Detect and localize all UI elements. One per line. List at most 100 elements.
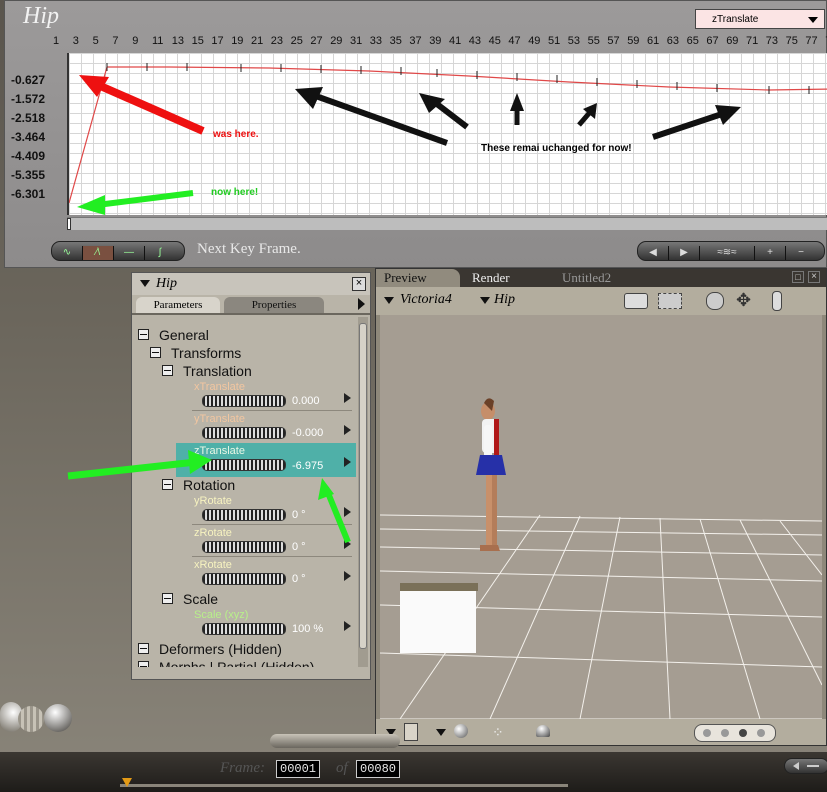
- frame-number[interactable]: 37: [409, 35, 421, 47]
- scale-value[interactable]: 100 %: [292, 623, 323, 635]
- expand-icon[interactable]: □: [792, 271, 804, 283]
- collapse-icon[interactable]: [162, 593, 173, 604]
- tab-render[interactable]: Render: [472, 270, 510, 286]
- frame-number[interactable]: 45: [489, 35, 501, 47]
- frame-number[interactable]: 23: [271, 35, 283, 47]
- mode-dot-icon[interactable]: [721, 729, 729, 737]
- frame-number[interactable]: 61: [647, 35, 659, 47]
- frame-number[interactable]: 15: [192, 35, 204, 47]
- tab-properties[interactable]: Properties: [224, 297, 324, 313]
- spline-icon[interactable]: ∿: [52, 246, 83, 260]
- frame-number[interactable]: 75: [786, 35, 798, 47]
- frame-number[interactable]: 73: [766, 35, 778, 47]
- actor-select[interactable]: Hip: [494, 292, 515, 308]
- graph-scrollbar[interactable]: [67, 217, 827, 230]
- scroll-handle[interactable]: [67, 218, 71, 230]
- dial-menu-icon[interactable]: [344, 621, 351, 631]
- group-morphs[interactable]: Morphs | Partial (Hidden): [138, 659, 314, 667]
- collapse-icon[interactable]: [162, 365, 173, 376]
- waveform-icon[interactable]: ≈≋≈: [700, 246, 755, 260]
- dome-icon[interactable]: [536, 725, 550, 737]
- style-menu-icon[interactable]: [436, 729, 446, 736]
- frame-number[interactable]: 13: [172, 35, 184, 47]
- frame-number[interactable]: 47: [508, 35, 520, 47]
- xTranslate-dial[interactable]: [202, 395, 286, 407]
- time-scrubber-handle[interactable]: [270, 734, 400, 748]
- xTranslate-value[interactable]: 0.000: [292, 395, 320, 407]
- yTranslate-dial[interactable]: [202, 427, 286, 439]
- frame-number[interactable]: 57: [607, 35, 619, 47]
- actor-menu-icon[interactable]: [480, 297, 490, 304]
- keyframe-plot[interactable]: was here. now here! These remai uchanged…: [67, 53, 827, 215]
- hand-icon[interactable]: [772, 291, 782, 311]
- frame-number[interactable]: 35: [390, 35, 402, 47]
- camera-icon[interactable]: [624, 293, 648, 309]
- frame-number[interactable]: 33: [370, 35, 382, 47]
- minus-icon[interactable]: [807, 765, 819, 767]
- prev-frame-icon[interactable]: ◀: [638, 246, 669, 260]
- mode-dot-icon[interactable]: [703, 729, 711, 737]
- frame-number[interactable]: 43: [469, 35, 481, 47]
- rotate-icon[interactable]: [706, 292, 724, 310]
- mode-dot-icon[interactable]: [757, 729, 765, 737]
- collapse-icon[interactable]: [150, 347, 161, 358]
- total-frames-input[interactable]: 00080: [356, 760, 401, 778]
- timeline-track[interactable]: [120, 784, 568, 787]
- frame-number[interactable]: 71: [746, 35, 758, 47]
- next-frame-icon[interactable]: ▶: [669, 246, 700, 260]
- frame-number[interactable]: 53: [568, 35, 580, 47]
- render-area-icon[interactable]: [658, 293, 682, 309]
- frame-number[interactable]: 29: [330, 35, 342, 47]
- dial-menu-icon[interactable]: [344, 425, 351, 435]
- add-key-icon[interactable]: +: [755, 246, 786, 260]
- frame-number[interactable]: 9: [132, 35, 138, 47]
- sphere-icon[interactable]: [454, 724, 468, 738]
- group-general[interactable]: General: [138, 327, 209, 343]
- frame-number[interactable]: 17: [211, 35, 223, 47]
- yTranslate-value[interactable]: -0.000: [292, 427, 323, 439]
- dial-menu-icon[interactable]: [344, 571, 351, 581]
- group-scale[interactable]: Scale: [162, 591, 218, 607]
- frame-number[interactable]: 31: [350, 35, 362, 47]
- frame-number[interactable]: 59: [627, 35, 639, 47]
- frame-number[interactable]: 39: [429, 35, 441, 47]
- frame-number[interactable]: 51: [548, 35, 560, 47]
- frame-number[interactable]: 77: [805, 35, 817, 47]
- constant-icon[interactable]: —: [114, 246, 145, 260]
- frame-number[interactable]: 27: [310, 35, 322, 47]
- frame-number[interactable]: 1: [53, 35, 59, 47]
- frame-number[interactable]: 25: [291, 35, 303, 47]
- tab-parameters[interactable]: Parameters: [136, 297, 220, 313]
- frame-number[interactable]: 19: [231, 35, 243, 47]
- frame-ruler[interactable]: 1 3 5 7 9 11 13 15 17 19 21 23 25 27 29 31 33 35 37 39 41 43 4…: [45, 35, 827, 51]
- frame-number[interactable]: 63: [667, 35, 679, 47]
- close-icon[interactable]: ×: [352, 277, 366, 291]
- remove-key-icon[interactable]: −: [786, 246, 816, 260]
- playhead-icon[interactable]: [122, 778, 132, 787]
- panel-scroll-thumb[interactable]: [359, 323, 367, 649]
- collapse-icon[interactable]: [138, 329, 149, 340]
- group-transforms[interactable]: Transforms: [150, 345, 241, 361]
- collapse-icon[interactable]: [138, 661, 149, 667]
- frame-number[interactable]: 3: [73, 35, 79, 47]
- close-icon[interactable]: ×: [808, 271, 820, 283]
- frame-number[interactable]: 5: [93, 35, 99, 47]
- frame-number[interactable]: 65: [687, 35, 699, 47]
- panel-menu-icon[interactable]: [140, 280, 150, 287]
- xRotate-dial[interactable]: [202, 573, 286, 585]
- frame-number[interactable]: 55: [588, 35, 600, 47]
- mode-dot-icon[interactable]: [739, 729, 747, 737]
- frame-number[interactable]: 41: [449, 35, 461, 47]
- tab-untitled2[interactable]: Untitled2: [562, 270, 611, 286]
- figure-select[interactable]: Victoria4: [400, 292, 452, 308]
- 3d-viewport[interactable]: [380, 315, 822, 719]
- tab-preview[interactable]: Preview: [384, 270, 427, 286]
- grid-ball-icon[interactable]: [18, 706, 44, 732]
- material-ball-icon[interactable]: [44, 704, 72, 732]
- break-spline-icon[interactable]: ∫: [145, 246, 175, 260]
- frame-number[interactable]: 69: [726, 35, 738, 47]
- prev-icon[interactable]: [793, 762, 799, 770]
- frame-number[interactable]: 49: [528, 35, 540, 47]
- group-deformers[interactable]: Deformers (Hidden): [138, 641, 282, 657]
- view-mode-pill[interactable]: [694, 724, 776, 742]
